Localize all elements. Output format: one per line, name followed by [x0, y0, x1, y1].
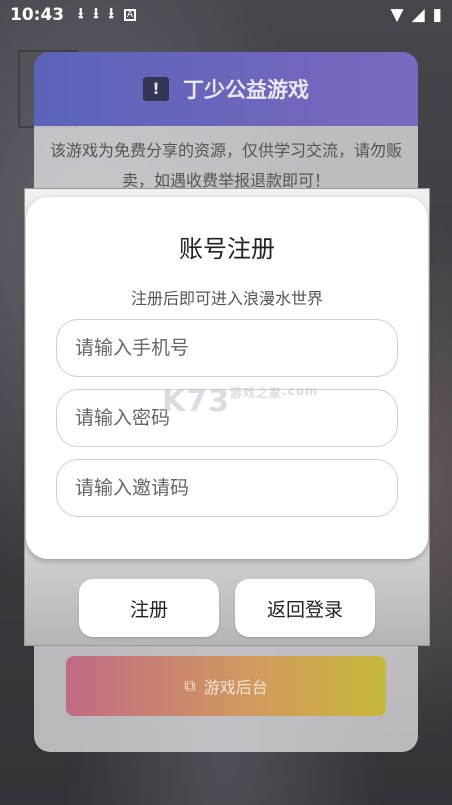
status-right-icons: ▼ ◢ ▮: [390, 5, 442, 25]
watermark-domain: .com: [282, 384, 319, 398]
wifi-icon: ▼: [390, 5, 404, 25]
game-backend-button[interactable]: ⧉ 游戏后台: [66, 656, 386, 716]
status-time: 10:43: [10, 5, 65, 25]
watermark-logo: K73游戏之家.com: [162, 384, 318, 419]
register-subtitle: 注册后即可进入浪漫水世界: [130, 289, 323, 308]
watermark-site: 游戏之家: [230, 386, 283, 400]
notice-header: ! 丁少公益游戏: [34, 52, 418, 126]
register-title: 账号注册: [179, 235, 275, 263]
register-panel: 账号注册 注册后即可进入浪漫水世界: [26, 197, 428, 559]
battery-icon: ▮: [432, 5, 442, 25]
dialog-button-row: 注册 返回登录: [25, 579, 429, 637]
phone-input[interactable]: [56, 319, 398, 377]
signal-icon: ◢: [411, 5, 425, 25]
status-bar: 10:43 ⭳ ⭳ ⭳ A ▼ ◢ ▮: [0, 0, 452, 30]
watermark-brand: K73: [162, 384, 230, 419]
download-icon: ⭳: [93, 3, 99, 22]
game-backend-label: 游戏后台: [203, 678, 268, 697]
notice-title: 丁少公益游戏: [183, 78, 309, 102]
register-button[interactable]: 注册: [79, 579, 219, 637]
download-icon: ⭳: [78, 3, 84, 22]
external-link-icon: ⧉: [184, 676, 196, 695]
invite-code-input[interactable]: [56, 459, 398, 517]
chat-alert-icon: !: [143, 77, 169, 101]
download-icon: ⭳: [108, 3, 114, 22]
back-to-login-button[interactable]: 返回登录: [235, 579, 375, 637]
app-badge-icon: A: [123, 9, 136, 21]
